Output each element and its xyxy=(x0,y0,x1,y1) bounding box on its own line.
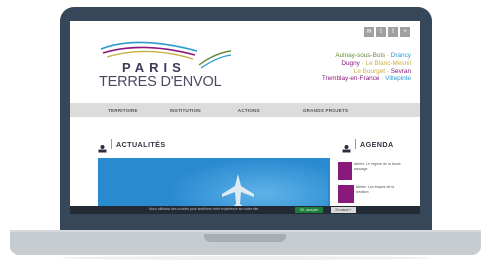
twitter-icon[interactable]: t xyxy=(376,27,386,37)
social-links: ✉ t f + xyxy=(364,27,410,37)
town-line: Dugny · Le Blanc-Mesnil xyxy=(322,60,411,68)
news-heading: ACTUALITÉS xyxy=(98,139,166,152)
cookie-banner: Nous utilisons des cookies pour améliore… xyxy=(70,206,420,214)
town-link[interactable]: Villepinte xyxy=(385,75,411,82)
town-link[interactable]: Aulnay-sous-Bois xyxy=(335,52,385,59)
town-link[interactable]: Tremblay-en-France xyxy=(322,75,380,82)
town-link[interactable]: Dugny xyxy=(341,60,359,67)
agenda-heading-label: AGENDA xyxy=(360,139,394,149)
cookie-more-button[interactable]: En savoir + xyxy=(331,207,356,213)
email-icon[interactable]: ✉ xyxy=(364,27,374,37)
town-line: Tremblay-en-France · Villepinte xyxy=(322,75,411,83)
divider xyxy=(355,139,356,149)
nav-item-institution[interactable]: INSTITUTION xyxy=(170,108,201,113)
laptop-screen: ✉ t f + PARIS TERRES D'ENVOL Aulnay-sous… xyxy=(70,21,420,214)
illustration: ✉ t f + PARIS TERRES D'ENVOL Aulnay-sous… xyxy=(0,0,491,266)
town-line: Le Bourget · Sevran xyxy=(322,68,411,76)
agenda-date-badge xyxy=(338,162,352,180)
agenda-date-badge xyxy=(338,185,354,203)
town-link[interactable]: Drancy xyxy=(391,52,411,59)
site-logo[interactable]: PARIS TERRES D'ENVOL xyxy=(97,35,237,95)
town-link[interactable]: Le Bourget xyxy=(354,68,385,75)
laptop-shadow xyxy=(60,256,431,260)
nav-item-grands-projets[interactable]: GRANDS PROJETS xyxy=(303,108,348,113)
agenda-item-title: Atelier: Le régime de la faune sauvage xyxy=(353,162,401,171)
nav-item-actions[interactable]: ACTIONS xyxy=(238,108,260,113)
news-icon xyxy=(98,140,107,152)
agenda-item[interactable]: Atelier: Le régime de la faune sauvage xyxy=(338,162,404,180)
agenda-item-title: Atelier: Les étapes de la création xyxy=(355,185,395,194)
agenda-heading: AGENDA xyxy=(342,139,394,152)
facebook-icon[interactable]: f xyxy=(388,27,398,37)
divider xyxy=(111,139,112,149)
agenda-icon xyxy=(342,140,351,152)
logo-terres: TERRES D'ENVOL xyxy=(99,74,222,90)
main-nav: TERRITOIRE INSTITUTION ACTIONS GRANDS PR… xyxy=(70,103,420,117)
agenda-item[interactable]: Atelier: Les étapes de la création xyxy=(338,185,404,203)
nav-item-territoire[interactable]: TERRITOIRE xyxy=(108,108,138,113)
share-icon[interactable]: + xyxy=(400,27,410,37)
town-link[interactable]: Sevran xyxy=(391,68,411,75)
laptop-notch xyxy=(204,234,286,242)
logo-paris: PARIS xyxy=(122,60,186,75)
news-heading-label: ACTUALITÉS xyxy=(116,139,166,149)
cookie-message: Nous utilisons des cookies pour améliore… xyxy=(149,207,259,211)
town-line: Aulnay-sous-Bois · Drancy xyxy=(322,52,411,60)
towns-list: Aulnay-sous-Bois · Drancy Dugny · Le Blan… xyxy=(322,52,411,83)
cookie-accept-button[interactable]: OK, accepter xyxy=(295,207,323,213)
town-link[interactable]: Le Blanc-Mesnil xyxy=(366,60,411,67)
